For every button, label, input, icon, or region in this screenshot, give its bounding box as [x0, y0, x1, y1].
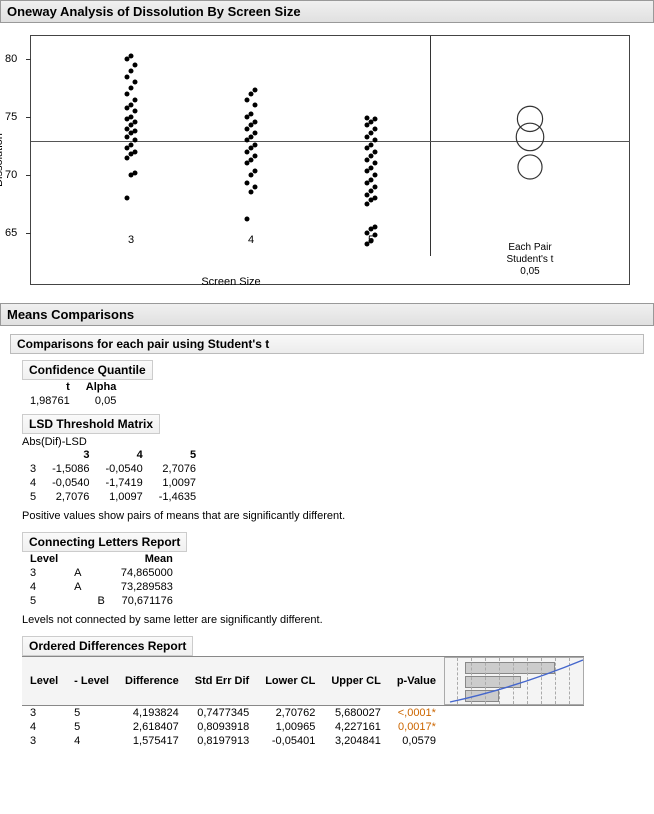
- scatter-plot: 65707580345: [31, 36, 431, 256]
- letters-table: LevelMean3A74,8650004A73,2895835B70,6711…: [22, 552, 181, 608]
- means-comparisons-header: Means Comparisons: [0, 303, 654, 326]
- comparison-circles: Each Pair Student's t 0,05: [431, 36, 629, 256]
- cq-alpha-label: Alpha: [78, 380, 125, 394]
- ordered-diff-table: Level- LevelDifferenceStd Err DifLower C…: [22, 656, 584, 748]
- lsd-matrix-header: LSD Threshold Matrix: [22, 414, 160, 434]
- pair-label-2: Student's t: [507, 254, 554, 265]
- letters-note: Levels not connected by same letter are …: [22, 614, 644, 626]
- cq-alpha: 0,05: [78, 394, 125, 408]
- confidence-quantile-header: Confidence Quantile: [22, 360, 153, 380]
- lsd-sublabel: Abs(Dif)-LSD: [22, 436, 644, 448]
- oneway-chart: Dissolution 65707580345 Each Pair Studen…: [30, 35, 630, 285]
- oneway-header: Oneway Analysis of Dissolution By Screen…: [0, 0, 654, 23]
- connecting-letters-header: Connecting Letters Report: [22, 532, 187, 552]
- comparisons-pair-header: Comparisons for each pair using Student'…: [10, 334, 644, 354]
- positive-note: Positive values show pairs of means that…: [22, 510, 644, 522]
- ordered-diff-header: Ordered Differences Report: [22, 636, 193, 656]
- cq-t-label: t: [22, 380, 78, 394]
- confidence-quantile-table: tAlpha 1,987610,05: [22, 380, 124, 408]
- pair-label-1: Each Pair: [508, 242, 551, 253]
- cq-t: 1,98761: [22, 394, 78, 408]
- lsd-table: 3453-1,5086-0,05402,70764-0,0540-1,74191…: [22, 448, 204, 504]
- pair-label-3: 0,05: [520, 266, 539, 277]
- x-axis-label: Screen Size: [201, 276, 260, 288]
